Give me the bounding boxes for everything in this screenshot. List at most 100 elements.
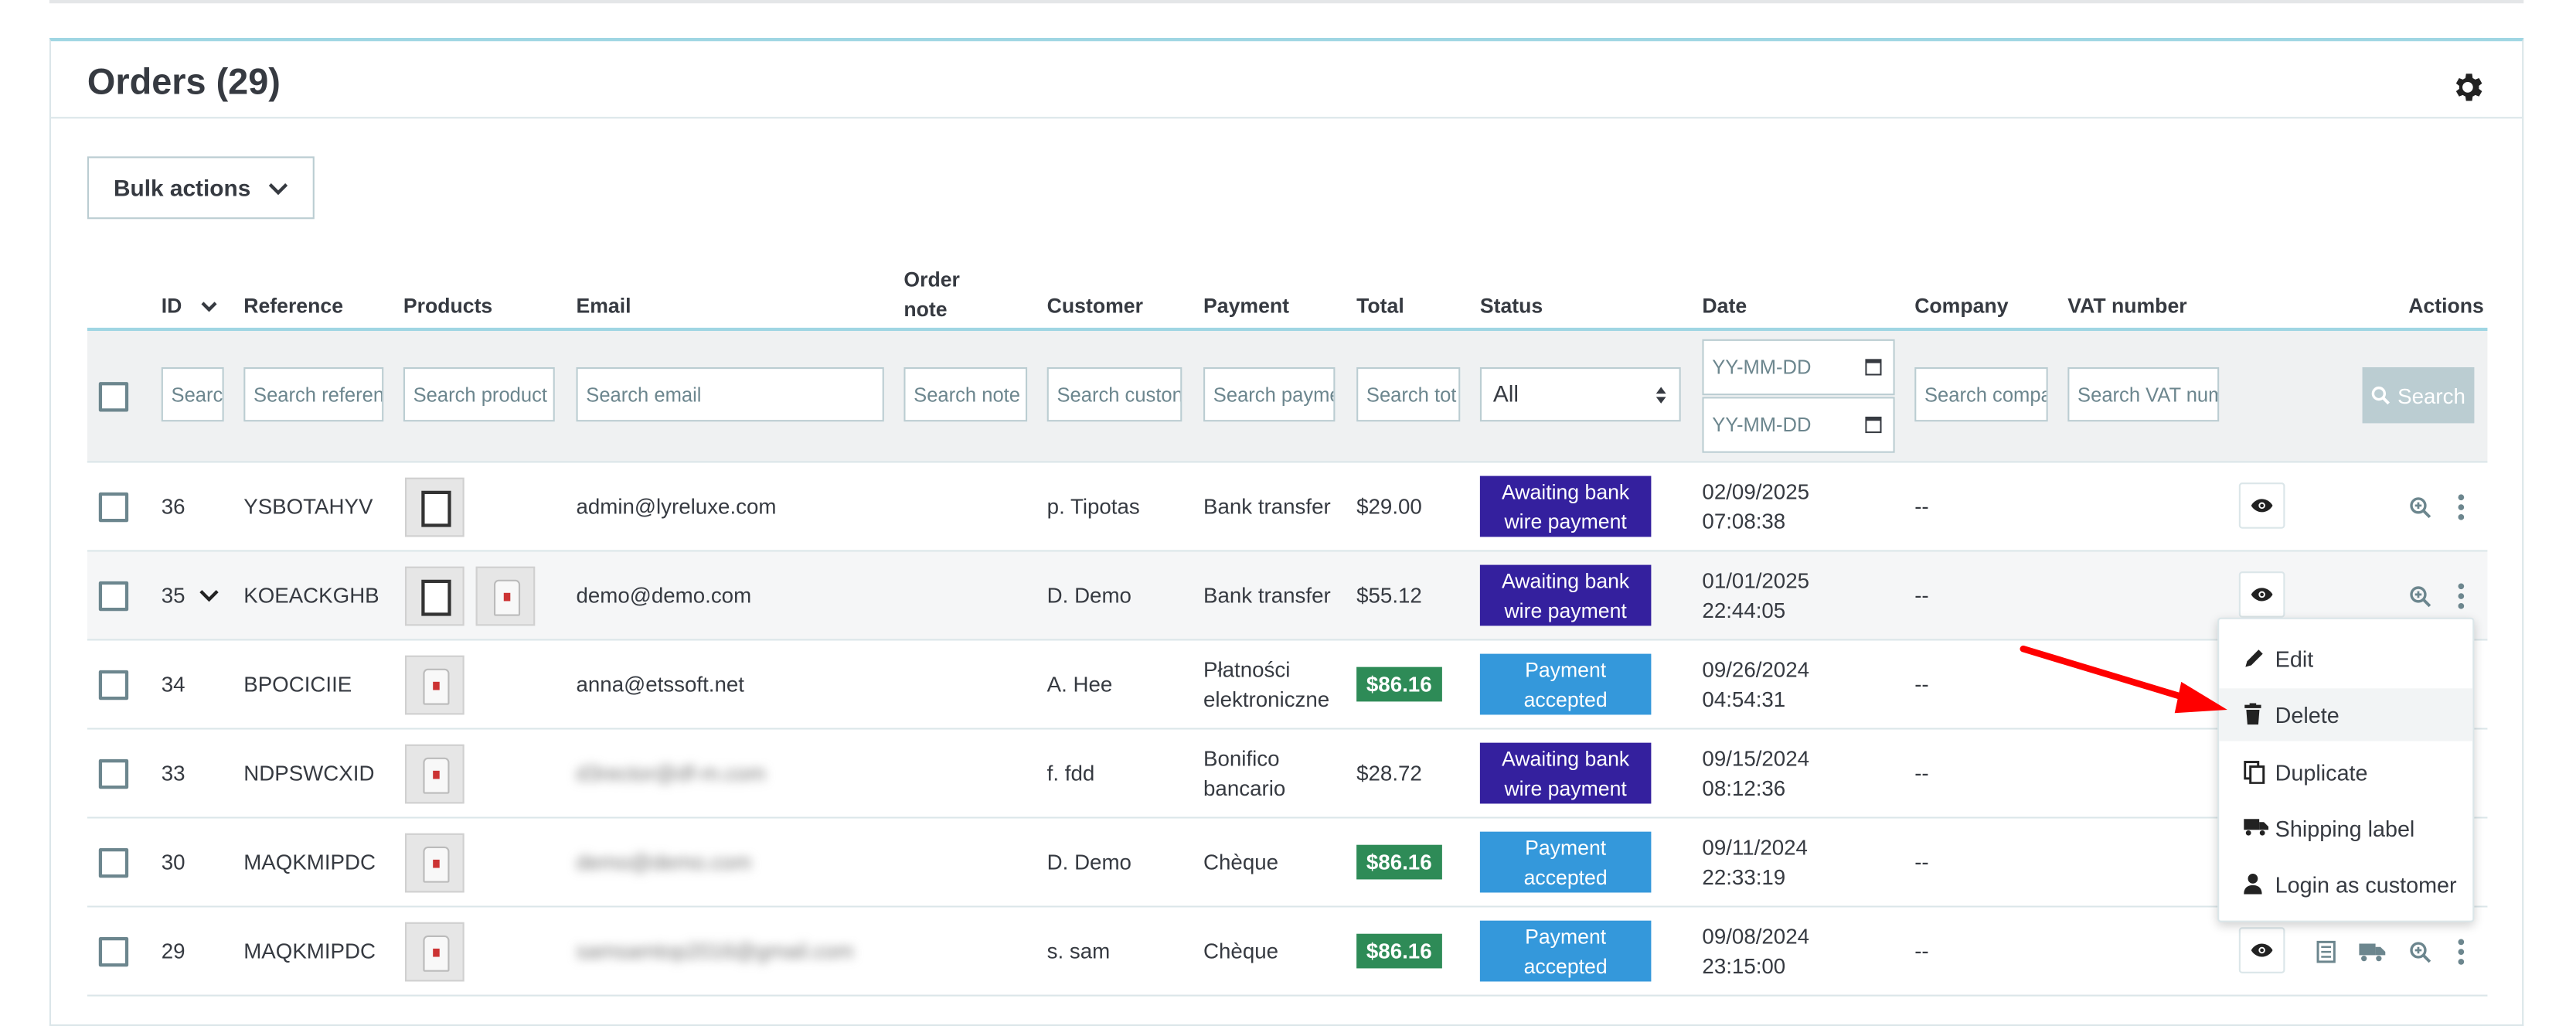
select-arrows-icon xyxy=(1656,387,1666,404)
copy-icon xyxy=(2244,761,2265,784)
order-date: 09/26/2024 04:54:31 xyxy=(1702,656,1810,712)
order-reference: KOEACKGHB xyxy=(243,583,379,608)
order-date: 02/09/2025 07:08:38 xyxy=(1702,479,1810,534)
row-checkbox[interactable] xyxy=(98,847,129,878)
dropdown-duplicate[interactable]: Duplicate xyxy=(2219,746,2472,799)
zoom-icon[interactable] xyxy=(2408,585,2431,608)
product-thumbnail[interactable] xyxy=(404,477,464,537)
table-row[interactable]: 36 YSBOTAHYV admin@lyreluxe.com p. Tipot… xyxy=(87,462,2488,552)
calendar-icon[interactable] xyxy=(1865,357,1882,376)
order-company: -- xyxy=(1914,939,1929,964)
search-button[interactable]: Search xyxy=(2362,366,2475,424)
order-email: d3rector@df-m.com xyxy=(576,761,766,786)
row-checkbox[interactable] xyxy=(98,581,129,612)
filter-date-to[interactable]: YY-MM-DD xyxy=(1702,397,1895,453)
calendar-icon[interactable] xyxy=(1865,415,1882,434)
status-select-value: All xyxy=(1492,380,1519,407)
bulk-actions-label: Bulk actions xyxy=(113,174,251,201)
order-reference: BPOCICIIE xyxy=(243,672,352,697)
product-thumbnail[interactable] xyxy=(404,655,464,715)
filter-status-select[interactable]: All xyxy=(1479,366,1681,422)
order-company: -- xyxy=(1914,583,1929,608)
filter-note-input[interactable]: Search note xyxy=(903,366,1028,422)
dropdown-edit[interactable]: Edit xyxy=(2219,632,2472,685)
product-thumbnail[interactable] xyxy=(404,833,464,893)
order-date: 01/01/2025 22:44:05 xyxy=(1702,568,1810,623)
product-thumbnail[interactable] xyxy=(404,566,464,626)
bulk-actions-button[interactable]: Bulk actions xyxy=(87,156,315,220)
filter-reference-input[interactable]: Search referen xyxy=(243,366,384,422)
order-email: demo@demo.com xyxy=(576,583,752,608)
row-actions-dropdown: Edit Delete Duplicate Shipping label Log… xyxy=(2217,617,2475,922)
col-id[interactable]: ID xyxy=(162,295,217,318)
col-payment: Payment xyxy=(1203,295,1290,319)
col-products: Products xyxy=(403,295,493,319)
gear-icon[interactable] xyxy=(2449,69,2486,105)
col-customer: Customer xyxy=(1046,295,1143,319)
top-divider xyxy=(49,0,2524,4)
sort-chevron-icon[interactable] xyxy=(201,300,217,313)
dropdown-shipping-label[interactable]: Shipping label xyxy=(2219,802,2472,854)
dropdown-delete[interactable]: Delete xyxy=(2219,688,2473,741)
row-checkbox[interactable] xyxy=(98,670,129,700)
table-row[interactable]: 30 MAQKMIPDC demo@demo.com D. Demo Chèqu… xyxy=(87,818,2488,908)
order-payment: Bank transfer xyxy=(1203,494,1331,519)
order-id: 30 xyxy=(161,850,185,875)
zoom-icon[interactable] xyxy=(2408,940,2431,963)
more-vertical-icon[interactable] xyxy=(2456,493,2466,522)
more-vertical-icon[interactable] xyxy=(2456,581,2466,611)
status-badge: Payment accepted xyxy=(1479,920,1652,982)
status-badge: Awaiting bank wire payment xyxy=(1479,742,1652,804)
col-order-note: Order note xyxy=(903,268,960,322)
row-checkbox[interactable] xyxy=(98,758,129,789)
filter-company-input[interactable]: Search compa xyxy=(1914,366,2048,422)
row-checkbox[interactable] xyxy=(98,492,129,523)
order-reference: MAQKMIPDC xyxy=(243,850,376,875)
filter-payment-input[interactable]: Search payme xyxy=(1203,366,1336,422)
truck-icon[interactable] xyxy=(2359,942,2386,962)
product-thumbnail[interactable] xyxy=(404,922,464,982)
product-thumbnail[interactable] xyxy=(404,744,464,804)
orders-card: Orders (29) Bulk actions ID Reference Pr… xyxy=(49,37,2524,1026)
order-customer: D. Demo xyxy=(1046,583,1131,608)
eye-icon xyxy=(2251,499,2273,513)
filter-date-from[interactable]: YY-MM-DD xyxy=(1702,339,1895,396)
more-vertical-icon[interactable] xyxy=(2456,937,2466,966)
table-row[interactable]: 33 NDPSWCXID d3rector@df-m.com f. fdd Bo… xyxy=(87,729,2488,819)
date-from-value: YY-MM-DD xyxy=(1712,356,1812,379)
filter-id-input[interactable]: Searc xyxy=(161,366,224,422)
order-id: 35 xyxy=(162,583,219,608)
row-checkbox[interactable] xyxy=(98,936,129,967)
order-total: $28.72 xyxy=(1356,761,1422,786)
filter-total-input[interactable]: Search tot xyxy=(1356,366,1461,422)
zoom-icon[interactable] xyxy=(2408,496,2431,519)
view-button[interactable] xyxy=(2238,571,2285,618)
annotation-arrow xyxy=(2020,645,2227,714)
dropdown-shipping-label-text: Shipping label xyxy=(2275,816,2415,841)
order-company: -- xyxy=(1914,850,1929,875)
chevron-down-icon xyxy=(268,183,288,196)
search-icon xyxy=(2372,386,2391,405)
col-actions: Actions xyxy=(2408,295,2484,319)
table-row[interactable]: 29 MAQKMIPDC samsamtop2016@gmail.com s. … xyxy=(87,907,2488,997)
chevron-down-icon[interactable] xyxy=(199,588,219,602)
invoice-icon[interactable] xyxy=(2316,940,2336,963)
view-button[interactable] xyxy=(2238,927,2285,973)
dropdown-delete-label: Delete xyxy=(2275,702,2339,728)
dropdown-edit-label: Edit xyxy=(2275,646,2314,671)
dropdown-login-label: Login as customer xyxy=(2275,871,2457,897)
view-button[interactable] xyxy=(2238,482,2285,529)
dropdown-login-as-customer[interactable]: Login as customer xyxy=(2219,858,2472,911)
select-all-checkbox[interactable] xyxy=(98,382,129,412)
product-thumbnail[interactable] xyxy=(475,566,536,626)
filter-customer-input[interactable]: Search custon xyxy=(1046,366,1183,422)
truck-icon xyxy=(2244,819,2269,836)
filter-vat-input[interactable]: Search VAT num xyxy=(2067,366,2220,422)
user-icon xyxy=(2244,873,2262,895)
order-total: $86.16 xyxy=(1356,844,1442,880)
filter-products-input[interactable]: Search product xyxy=(403,366,555,422)
table-row[interactable]: 35 KOEACKGHB demo@demo.com D. Demo Bank … xyxy=(87,551,2488,641)
eye-icon xyxy=(2251,943,2273,957)
filter-email-input[interactable]: Search email xyxy=(576,366,884,422)
order-id: 33 xyxy=(161,761,185,786)
